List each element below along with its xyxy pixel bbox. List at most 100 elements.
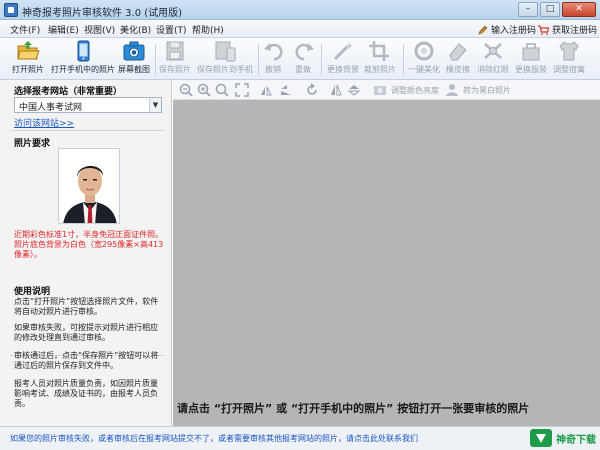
window-title: 神奇报考照片审核软件 3.0 (试用版) bbox=[22, 8, 183, 19]
select-site-title: 选择报考网站（非常重要） bbox=[14, 87, 123, 97]
redo-label: 重做 bbox=[295, 65, 311, 74]
toolbar-separator bbox=[258, 44, 259, 76]
remove-red-eye-label: 消除红眼 bbox=[477, 65, 509, 74]
adjust-color-label[interactable]: 调整颜色亮度 bbox=[391, 85, 439, 96]
status-bar: 如果您的照片审核失败，或者审核后在报考网站提交不了，或者需要审核其他报考网站的照… bbox=[0, 426, 600, 450]
magic-wand-icon bbox=[331, 40, 355, 62]
change-background-button[interactable]: 更换背景 bbox=[325, 40, 361, 75]
rotate-icon[interactable] bbox=[305, 83, 319, 97]
enter-register-code-link[interactable]: 输入注册码 bbox=[478, 23, 536, 36]
photo-canvas: 调整颜色亮度 转为黑白照片 请点击 “打开照片” 或 “打开手机中的照片” 按钮… bbox=[173, 80, 600, 450]
save-to-phone-button[interactable]: 保存照片到手机 bbox=[194, 40, 256, 75]
section-divider bbox=[10, 130, 164, 131]
screenshot-button[interactable]: 屏幕截图 bbox=[114, 40, 154, 75]
adjust-outfit-button[interactable]: 调整宿寓 bbox=[551, 40, 587, 75]
one-click-beautify-label: 一键美化 bbox=[408, 65, 440, 74]
zoom-fit-icon[interactable] bbox=[215, 83, 229, 97]
menu-view[interactable]: 视图(V) bbox=[84, 23, 115, 36]
folder-open-icon bbox=[16, 40, 40, 62]
chevron-down-icon[interactable]: ▼ bbox=[149, 98, 161, 112]
watermark-text: 神奇下载 bbox=[556, 434, 596, 446]
mirror-v-icon[interactable] bbox=[347, 83, 361, 97]
flip-v-icon[interactable] bbox=[279, 83, 293, 97]
save-photo-label: 保存照片 bbox=[159, 65, 191, 74]
menu-edit[interactable]: 编辑(E) bbox=[48, 23, 79, 36]
close-button[interactable]: ✕ bbox=[562, 2, 596, 17]
maximize-button[interactable]: □ bbox=[540, 2, 560, 17]
menu-file[interactable]: 文件(F) bbox=[10, 23, 40, 36]
mirror-icon[interactable] bbox=[329, 83, 343, 97]
undo-label: 撤销 bbox=[265, 65, 281, 74]
site-selected-value: 中国人事考试网 bbox=[19, 103, 83, 113]
screenshot-label: 屏幕截图 bbox=[118, 65, 150, 74]
usage-paragraph: 点击“打开照片”按钮选择照片文件，软件将自动对照片进行审核。 bbox=[14, 297, 159, 316]
app-icon bbox=[4, 3, 18, 17]
open-photo-hint: 请点击 “打开照片” 或 “打开手机中的照片” 按钮打开一张要审核的照片 bbox=[177, 402, 530, 415]
usage-paragraph: 如果审核失败，可按提示对照片进行相应的修改处理直到通过审核。 bbox=[14, 323, 158, 342]
cart-icon bbox=[538, 24, 549, 35]
fullscreen-icon[interactable] bbox=[235, 83, 249, 97]
toolbar-separator bbox=[403, 44, 404, 76]
photo-requirements-title: 照片要求 bbox=[14, 139, 51, 149]
redo-icon bbox=[292, 40, 316, 62]
view-toolbar: 调整颜色亮度 转为黑白照片 bbox=[173, 80, 600, 100]
menu-beautify[interactable]: 美化(B) bbox=[120, 23, 151, 36]
enter-register-code-label: 输入注册码 bbox=[491, 26, 537, 36]
visit-site-link[interactable]: 访问该网站>> bbox=[14, 116, 74, 129]
minimize-button[interactable]: – bbox=[518, 2, 538, 17]
photo-requirements-text: 近期彩色标准1寸，半身免冠正面证件照。照片底色背景为白色（宽295像素×高413… bbox=[14, 230, 164, 259]
user-bw-icon[interactable] bbox=[445, 83, 459, 97]
pen-icon bbox=[478, 25, 488, 34]
main-toolbar: 打开照片 打开手机中的照片 屏幕截图 保存照片 保存照片到手机 撤销 重做 更换… bbox=[0, 38, 600, 80]
camera-icon bbox=[122, 40, 146, 62]
eraser-label: 橡皮擦 bbox=[446, 65, 470, 74]
zoom-in-icon[interactable] bbox=[197, 83, 211, 97]
toolbar-separator bbox=[321, 44, 322, 76]
usage-paragraph: 审核通过后，点击“保存照片”按钮可以将通过后的照片保存到文件中。 bbox=[14, 351, 159, 370]
get-register-code-link[interactable]: 获取注册码 bbox=[538, 23, 597, 36]
shirt-icon bbox=[557, 40, 581, 62]
clothes-icon bbox=[519, 40, 543, 62]
save-phone-icon bbox=[213, 40, 237, 62]
red-eye-icon bbox=[481, 40, 505, 62]
to-bw-label[interactable]: 转为黑白照片 bbox=[463, 85, 511, 96]
toolbar-separator bbox=[155, 44, 156, 76]
change-clothes-button[interactable]: 更换服装 bbox=[513, 40, 549, 75]
color-adjust-icon[interactable] bbox=[373, 83, 387, 97]
save-icon bbox=[163, 40, 187, 62]
menu-settings[interactable]: 设置(T) bbox=[156, 23, 187, 36]
usage-title: 使用说明 bbox=[14, 287, 51, 297]
redo-button[interactable]: 重做 bbox=[292, 40, 314, 75]
usage-paragraph: 报考人员对照片质量负责，如因照片质量影响考试、成绩及证书的，由报考人员负责。 bbox=[14, 379, 158, 408]
change-background-label: 更换背景 bbox=[327, 65, 359, 74]
crop-photo-label: 裁剪照片 bbox=[364, 65, 396, 74]
open-photo-label: 打开照片 bbox=[12, 65, 44, 74]
menu-bar: 文件(F) 编辑(E) 视图(V) 美化(B) 设置(T) 帮助(H) 输入注册… bbox=[0, 20, 600, 38]
zoom-out-icon[interactable] bbox=[179, 83, 193, 97]
crop-icon bbox=[368, 40, 392, 62]
beautify-icon bbox=[412, 40, 436, 62]
flip-h-icon[interactable] bbox=[259, 83, 273, 97]
open-phone-photo-label: 打开手机中的照片 bbox=[51, 65, 115, 74]
open-photo-button[interactable]: 打开照片 bbox=[8, 40, 48, 75]
eraser-button[interactable]: 橡皮擦 bbox=[443, 40, 473, 75]
phone-icon bbox=[71, 40, 95, 62]
menu-help[interactable]: 帮助(H) bbox=[192, 23, 224, 36]
save-to-phone-label: 保存照片到手机 bbox=[197, 65, 253, 74]
open-phone-photo-button[interactable]: 打开手机中的照片 bbox=[50, 40, 116, 75]
watermark: 神奇下载 bbox=[530, 429, 596, 447]
get-register-code-label: 获取注册码 bbox=[552, 26, 598, 36]
undo-button[interactable]: 撤销 bbox=[262, 40, 284, 75]
crop-photo-button[interactable]: 裁剪照片 bbox=[362, 40, 398, 75]
undo-icon bbox=[262, 40, 286, 62]
title-bar: 神奇报考照片审核软件 3.0 (试用版) – □ ✕ bbox=[0, 0, 600, 20]
site-select[interactable]: 中国人事考试网 ▼ bbox=[14, 97, 162, 113]
window-controls: – □ ✕ bbox=[518, 2, 596, 17]
remove-red-eye-button[interactable]: 消除红眼 bbox=[475, 40, 511, 75]
eraser-icon bbox=[446, 40, 470, 62]
contact-us-link[interactable]: 如果您的照片审核失败，或者审核后在报考网站提交不了，或者需要审核其他报考网站的照… bbox=[10, 433, 418, 444]
save-photo-button[interactable]: 保存照片 bbox=[157, 40, 193, 75]
watermark-logo-icon bbox=[530, 429, 552, 447]
canvas-gray-area bbox=[173, 100, 600, 450]
one-click-beautify-button[interactable]: 一键美化 bbox=[406, 40, 442, 75]
